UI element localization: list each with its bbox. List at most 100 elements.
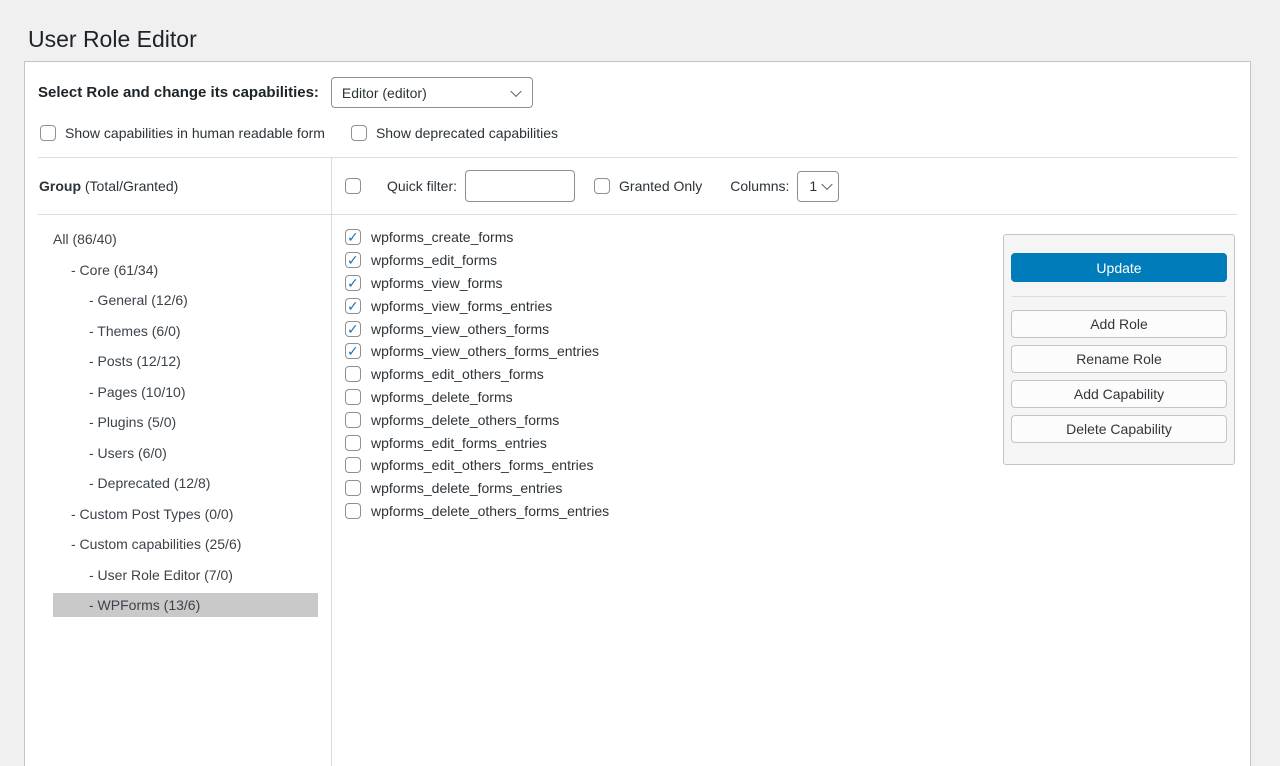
group-item-label: - General (12/6)	[53, 288, 318, 312]
quick-filter-input[interactable]	[465, 170, 575, 202]
role-select-value: Editor (editor)	[342, 85, 427, 101]
column-divider	[331, 158, 332, 766]
capability-checkbox[interactable]	[345, 503, 361, 519]
human-readable-label: Show capabilities in human readable form	[65, 125, 325, 141]
capability-checkbox[interactable]	[345, 389, 361, 405]
capability-checkbox[interactable]	[345, 252, 361, 268]
group-item-label: - Posts (12/12)	[53, 349, 318, 373]
capability-row: wpforms_create_forms	[345, 226, 609, 249]
capability-checkbox[interactable]	[345, 412, 361, 428]
group-item[interactable]: All (86/40)	[53, 224, 318, 255]
separator	[1012, 296, 1226, 297]
capability-name: wpforms_delete_forms	[371, 389, 513, 405]
capability-name: wpforms_view_others_forms	[371, 321, 549, 337]
capability-checkbox[interactable]	[345, 435, 361, 451]
group-header: Group (Total/Granted)	[25, 158, 331, 214]
actions-panel: Update Add Role Rename Role Add Capabili…	[1003, 234, 1235, 465]
capability-checkbox[interactable]	[345, 457, 361, 473]
group-item[interactable]: - Core (61/34)	[53, 255, 318, 286]
human-readable-checkbox[interactable]	[40, 125, 56, 141]
capability-checkbox[interactable]	[345, 321, 361, 337]
granted-only-checkbox[interactable]	[594, 178, 610, 194]
capability-row: wpforms_view_forms	[345, 272, 609, 295]
capability-name: wpforms_edit_others_forms	[371, 366, 544, 382]
role-row: Select Role and change its capabilities:…	[38, 77, 1237, 108]
capability-row: wpforms_view_forms_entries	[345, 294, 609, 317]
chevron-down-icon	[510, 85, 521, 96]
group-item[interactable]: - Posts (12/12)	[53, 346, 318, 377]
group-item-label: - Plugins (5/0)	[53, 410, 318, 434]
columns-label: Columns:	[730, 178, 789, 194]
options-row: Show capabilities in human readable form…	[38, 125, 1237, 157]
add-capability-button[interactable]: Add Capability	[1011, 380, 1227, 408]
group-item-label: - Custom capabilities (25/6)	[53, 532, 318, 556]
capability-checkbox[interactable]	[345, 366, 361, 382]
capability-name: wpforms_view_forms	[371, 275, 502, 291]
role-select[interactable]: Editor (editor)	[331, 77, 533, 108]
group-item[interactable]: - Custom Post Types (0/0)	[53, 499, 318, 530]
capabilities-list: wpforms_create_forms wpforms_edit_formswp…	[331, 215, 609, 522]
capability-row: wpforms_edit_forms_entries	[345, 431, 609, 454]
top-section: Select Role and change its capabilities:…	[25, 62, 1250, 157]
group-item[interactable]: - Custom capabilities (25/6)	[53, 529, 318, 560]
capabilities-area: wpforms_create_forms wpforms_edit_formswp…	[331, 215, 1250, 522]
select-role-label: Select Role and change its capabilities:	[38, 84, 319, 101]
group-item[interactable]: - Themes (6/0)	[53, 316, 318, 347]
body-row: All (86/40) - Core (61/34) - General (12/6…	[25, 215, 1250, 621]
capability-row: wpforms_delete_forms_entries	[345, 477, 609, 500]
delete-capability-button[interactable]: Delete Capability	[1011, 415, 1227, 443]
capability-name: wpforms_delete_others_forms_entries	[371, 503, 609, 519]
capability-name: wpforms_view_others_forms_entries	[371, 343, 599, 359]
group-item-label: - Core (61/34)	[53, 258, 318, 282]
group-header-suffix: (Total/Granted)	[81, 178, 178, 194]
group-item[interactable]: - Plugins (5/0)	[53, 407, 318, 438]
rename-role-button[interactable]: Rename Role	[1011, 345, 1227, 373]
select-all-capabilities-checkbox[interactable]	[345, 178, 361, 194]
capability-row: wpforms_delete_others_forms	[345, 408, 609, 431]
capability-name: wpforms_edit_others_forms_entries	[371, 457, 594, 473]
capability-name: wpforms_edit_forms_entries	[371, 435, 547, 451]
user-role-editor-panel: Select Role and change its capabilities:…	[24, 61, 1251, 766]
columns-select-value: 1	[809, 178, 817, 194]
group-item-label: - Custom Post Types (0/0)	[53, 502, 318, 526]
add-role-button[interactable]: Add Role	[1011, 310, 1227, 338]
capability-name: wpforms_delete_others_forms	[371, 412, 559, 428]
group-item[interactable]: - Users (6/0)	[53, 438, 318, 469]
group-item[interactable]: - General (12/6)	[53, 285, 318, 316]
capability-checkbox[interactable]	[345, 229, 361, 245]
group-item-label: - Users (6/0)	[53, 441, 318, 465]
filter-bar: Quick filter: Granted Only Columns: 1	[331, 158, 1250, 214]
group-item-label: - User Role Editor (7/0)	[53, 563, 318, 587]
capability-row: wpforms_edit_others_forms_entries	[345, 454, 609, 477]
group-item[interactable]: - Pages (10/10)	[53, 377, 318, 408]
deprecated-checkbox[interactable]	[351, 125, 367, 141]
capability-checkbox[interactable]	[345, 298, 361, 314]
capability-row: wpforms_edit_forms	[345, 249, 609, 272]
group-item[interactable]: - WPForms (13/6)	[53, 590, 318, 621]
group-tree: All (86/40) - Core (61/34) - General (12/6…	[25, 215, 331, 621]
group-item-label: All (86/40)	[53, 227, 318, 251]
chevron-down-icon	[822, 179, 833, 190]
header-row: Group (Total/Granted) Quick filter: Gran…	[25, 158, 1250, 214]
columns-select[interactable]: 1	[797, 171, 839, 202]
update-button[interactable]: Update	[1011, 253, 1227, 282]
capability-name: wpforms_create_forms	[371, 229, 513, 245]
deprecated-label: Show deprecated capabilities	[376, 125, 558, 141]
group-item-label: - Pages (10/10)	[53, 380, 318, 404]
granted-only-label: Granted Only	[619, 178, 702, 194]
capability-row: wpforms_view_others_forms	[345, 317, 609, 340]
group-item-label: - WPForms (13/6)	[53, 593, 318, 617]
group-item-label: - Themes (6/0)	[53, 319, 318, 343]
capability-row: wpforms_delete_forms	[345, 386, 609, 409]
human-readable-option: Show capabilities in human readable form	[40, 125, 325, 141]
group-item[interactable]: - User Role Editor (7/0)	[53, 560, 318, 591]
capability-checkbox[interactable]	[345, 343, 361, 359]
capability-name: wpforms_delete_forms_entries	[371, 480, 562, 496]
capability-checkbox[interactable]	[345, 480, 361, 496]
capability-name: wpforms_view_forms_entries	[371, 298, 552, 314]
capability-row: wpforms_view_others_forms_entries	[345, 340, 609, 363]
group-item[interactable]: - Deprecated (12/8)	[53, 468, 318, 499]
quick-filter-label: Quick filter:	[387, 178, 457, 194]
group-item-label: - Deprecated (12/8)	[53, 471, 318, 495]
capability-checkbox[interactable]	[345, 275, 361, 291]
